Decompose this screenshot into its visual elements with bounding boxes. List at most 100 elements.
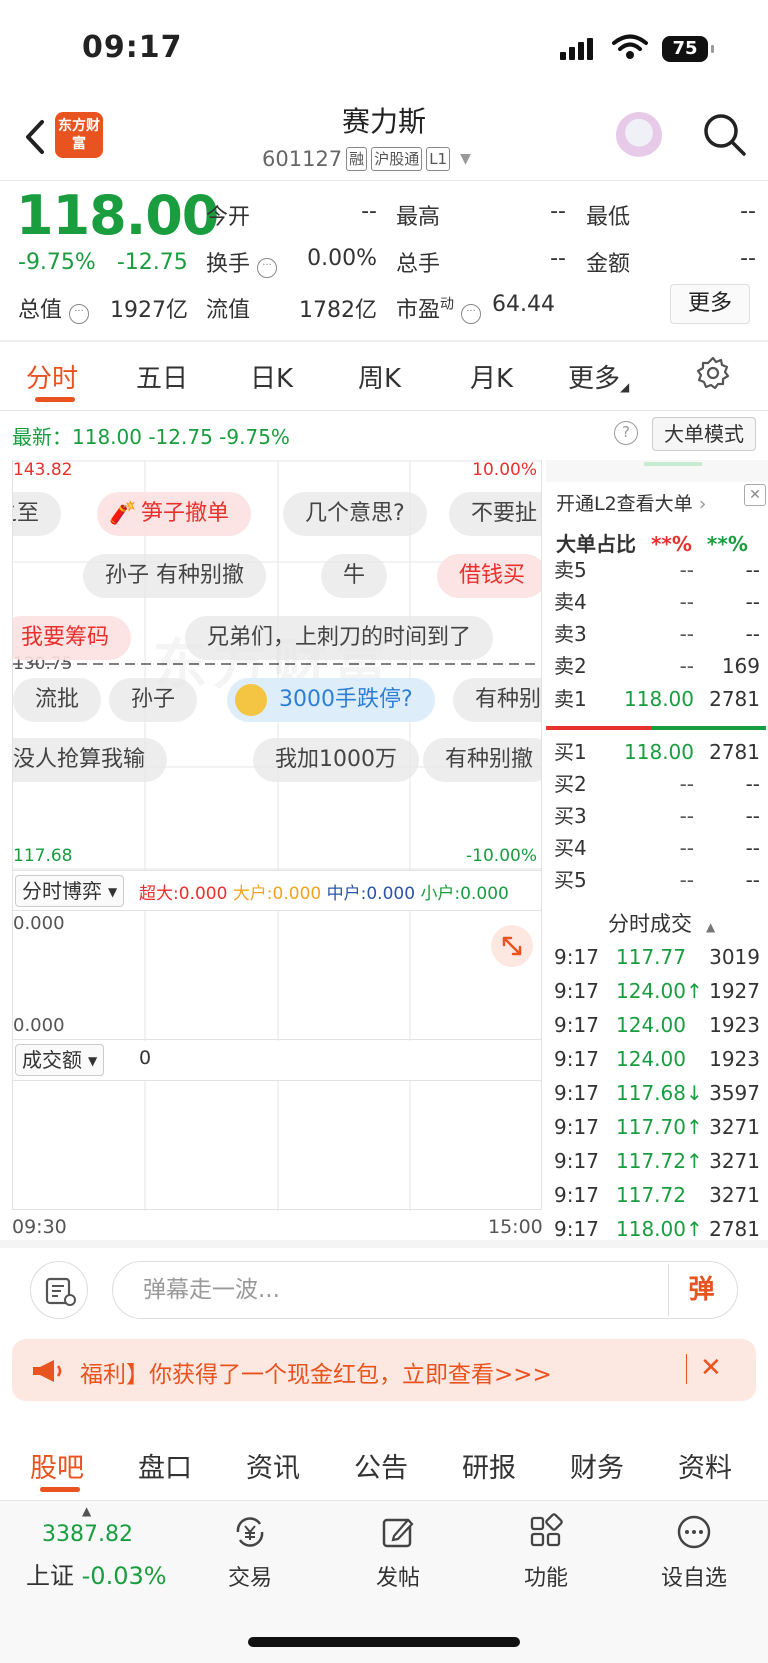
index-value[interactable]: 3387.82 — [42, 1522, 133, 1547]
assistant-robot-icon[interactable] — [616, 112, 662, 158]
bid-volume: -- — [745, 868, 760, 892]
index-row[interactable]: 上证 -0.03% — [26, 1556, 167, 1591]
chart-tabs: 分时 五日 日K 周K 月K 更多◢ — [0, 346, 768, 410]
danmu-bubble-highlight[interactable]: 🧨 笋子撤单 — [97, 492, 252, 536]
nav-features[interactable]: 功能 — [486, 1512, 606, 1592]
danmu-bubble[interactable]: 孙子 有种别撤 — [83, 554, 266, 598]
send-danmu-button[interactable]: 弹 — [668, 1264, 734, 1316]
trade-row: 9:17 117.77 3019 — [554, 940, 760, 974]
volume-value: 0 — [139, 1047, 152, 1069]
bid-label: 买3 — [554, 804, 587, 828]
info-dots-icon[interactable]: ··· — [461, 304, 482, 324]
search-icon[interactable] — [700, 110, 748, 158]
low-label: 最低 — [586, 205, 631, 230]
tab-monthly-k[interactable]: 月K — [470, 358, 513, 395]
volume-grid — [144, 1081, 411, 1211]
status-bar: 09:17 75 — [0, 0, 768, 95]
danmu-bubble[interactable]: 我要筹码 — [13, 616, 132, 660]
game-y-top: 0.000 — [13, 913, 65, 934]
tab-forum[interactable]: 股吧 — [30, 1446, 84, 1485]
ask-row: 卖3 -- -- — [554, 618, 760, 650]
pe-label: 市盈动 ··· — [396, 292, 482, 324]
tab-five-day[interactable]: 五日 — [136, 358, 188, 395]
danmu-bubble[interactable]: 孙子 — [109, 678, 198, 722]
trade-price: 117.77 — [616, 945, 686, 969]
tab-intraday[interactable]: 分时 — [26, 358, 78, 395]
tab-more-label: 更多 — [568, 364, 621, 394]
ask-label: 卖5 — [554, 558, 587, 582]
volume-dropdown[interactable]: 成交额 ▼ — [15, 1044, 105, 1076]
price-change-row: -9.75% -12.75 — [18, 250, 188, 275]
nav-trade[interactable]: 交易 — [190, 1512, 310, 1592]
big-order-mode-button[interactable]: 大单模式 — [652, 417, 756, 451]
float-cap-value: 1782亿 — [299, 298, 377, 323]
tab-daily-k[interactable]: 日K — [250, 358, 293, 395]
danmu-bubble[interactable]: 之至 — [13, 492, 62, 536]
danmu-bubble[interactable]: 没人抢算我输 — [13, 738, 168, 782]
trade-volume: 1923 — [709, 1013, 760, 1037]
ask-volume: 169 — [721, 654, 760, 678]
grid-apps-icon — [530, 1513, 563, 1547]
tab-weekly-k[interactable]: 周K — [358, 358, 401, 395]
danmu-bubble[interactable]: 牛 — [321, 554, 388, 598]
large-label: 大户: — [232, 884, 273, 904]
open-label: 今开 — [206, 205, 251, 230]
trade-volume: 1923 — [709, 1047, 760, 1071]
ask-ratio-bar — [652, 726, 766, 730]
close-icon[interactable]: ✕ — [744, 484, 766, 506]
intraday-chart[interactable]: 东方财富 143.82 10.00% 130.75 117.68 -10.00%… — [12, 460, 542, 870]
help-icon[interactable]: ? — [614, 421, 638, 445]
pe-dynamic-sup: 动 — [440, 296, 455, 313]
volume-value: -- — [550, 246, 566, 271]
gear-icon[interactable] — [696, 356, 730, 390]
cellular-signal-icon — [560, 38, 596, 60]
tab-orderbook[interactable]: 盘口 — [138, 1446, 192, 1485]
l2-banner[interactable]: 开通L2查看大单 › — [546, 482, 768, 526]
stock-code-row[interactable]: 601127 融 沪股通 L1 ▼ — [262, 147, 471, 171]
small-label: 小户: — [420, 884, 461, 904]
nav-watchlist-settings[interactable]: 设自选 — [634, 1512, 754, 1592]
more-button[interactable]: 更多 — [670, 284, 750, 324]
danmu-bubble[interactable]: 我加1000万 — [253, 738, 419, 782]
danmu-bubble[interactable]: 有种别撤 — [423, 738, 541, 782]
chevron-up-icon: ▲ — [706, 920, 716, 934]
promo-text[interactable]: 福利】你获得了一个现金红包，立即查看>>> — [80, 1355, 552, 1389]
game-y-bottom: 0.000 — [13, 1015, 65, 1036]
danmu-bubble[interactable]: 流批 — [13, 678, 102, 722]
danmu-bubble-highlight[interactable]: 3000手跌停? — [227, 678, 435, 722]
ask-label: 卖3 — [554, 622, 587, 646]
low-value: -- — [740, 199, 756, 224]
tab-research[interactable]: 研报 — [462, 1446, 516, 1485]
danmu-bubble[interactable]: 几个意思? — [283, 492, 427, 536]
turnover-label: 换手 ··· — [206, 246, 278, 278]
nav-post[interactable]: 发帖 — [338, 1512, 458, 1592]
divider — [0, 340, 768, 342]
game-dropdown[interactable]: 分时博弈 ▼ — [15, 875, 125, 907]
turnover-value: 0.00% — [307, 246, 377, 271]
trade-price: 117.72 — [616, 1183, 686, 1207]
close-icon[interactable]: ✕ — [700, 1353, 722, 1383]
float-cap-label: 流值 — [206, 298, 251, 323]
tab-profile[interactable]: 资料 — [678, 1446, 732, 1485]
home-indicator[interactable] — [248, 1637, 520, 1647]
current-price: 118.00 — [16, 184, 219, 247]
bid-price: -- — [679, 804, 694, 828]
danmu-input[interactable]: 弹幕走一波... — [112, 1261, 738, 1319]
tab-more[interactable]: 更多◢ — [568, 358, 629, 395]
danmu-bubble[interactable]: 兄弟们，上刺刀的时间到了 — [185, 616, 494, 660]
danmu-bubble[interactable]: 借钱买 — [437, 554, 541, 598]
tab-finance[interactable]: 财务 — [570, 1446, 624, 1485]
bid-price: -- — [679, 772, 694, 796]
danmu-settings-icon[interactable] — [30, 1261, 88, 1319]
info-dots-icon[interactable]: ··· — [69, 304, 90, 324]
trade-time: 9:17 — [554, 1047, 599, 1071]
info-dots-icon[interactable]: ··· — [257, 258, 278, 278]
expand-icon[interactable] — [491, 925, 533, 967]
danmu-bubble[interactable]: 不要扯 — [449, 492, 541, 536]
tab-news[interactable]: 资讯 — [246, 1446, 300, 1485]
trades-title[interactable]: 分时成交 ▲ — [608, 908, 715, 938]
game-header: 分时博弈 ▼ 超大:0.000 大户:0.000 中户:0.000 小户:0.00… — [12, 870, 542, 910]
megaphone-icon — [33, 1360, 62, 1382]
tab-announcements[interactable]: 公告 — [354, 1446, 408, 1485]
danmu-bubble[interactable]: 有种别 — [453, 678, 541, 722]
